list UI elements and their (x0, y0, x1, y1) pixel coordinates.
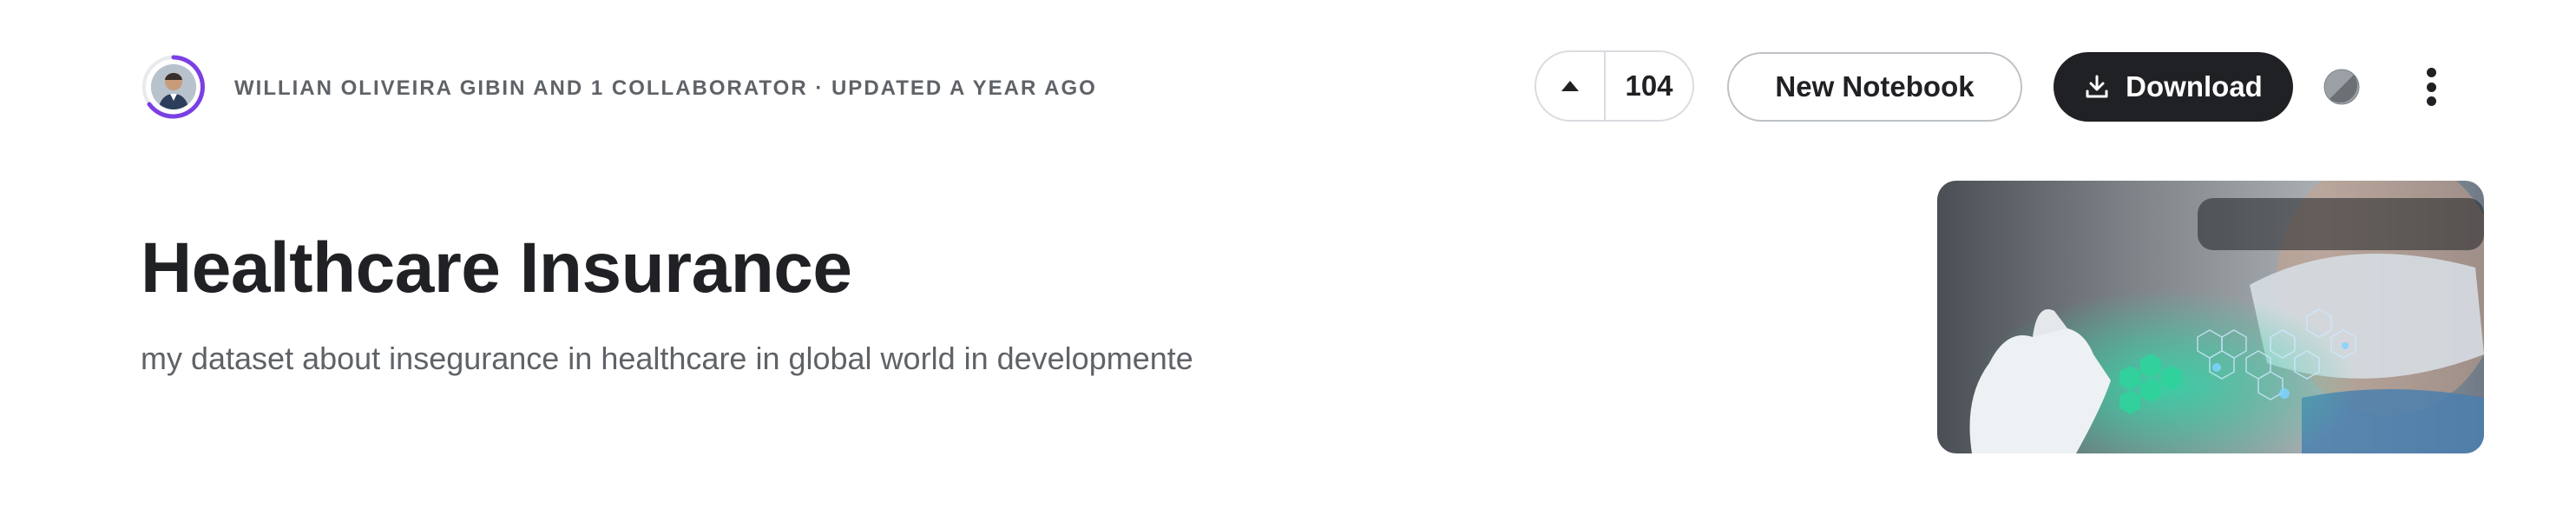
dataset-header-bar: WILLIAN OLIVEIRA GIBIN AND 1 COLLABORATO… (0, 0, 2576, 174)
dataset-meta-text: WILLIAN OLIVEIRA GIBIN AND 1 COLLABORATO… (234, 76, 1097, 100)
upvote-button[interactable]: 104 (1534, 50, 1694, 122)
vote-count: 104 (1625, 69, 1673, 102)
download-label: Download (2126, 70, 2263, 103)
upvote-arrow-icon[interactable] (1536, 52, 1606, 120)
new-notebook-button[interactable]: New Notebook (1727, 52, 2022, 122)
download-icon (2086, 75, 2108, 98)
avatar (151, 64, 196, 109)
download-button[interactable]: Download (2054, 52, 2293, 122)
theme-toggle-icon[interactable] (2323, 68, 2361, 106)
dataset-cover-image (1937, 181, 2484, 453)
dataset-subtitle: my dataset about insegurance in healthca… (141, 341, 1193, 376)
page-title: Healthcare Insurance (141, 228, 852, 308)
owner-avatar[interactable] (141, 54, 207, 120)
more-options-icon[interactable] (2418, 64, 2444, 109)
